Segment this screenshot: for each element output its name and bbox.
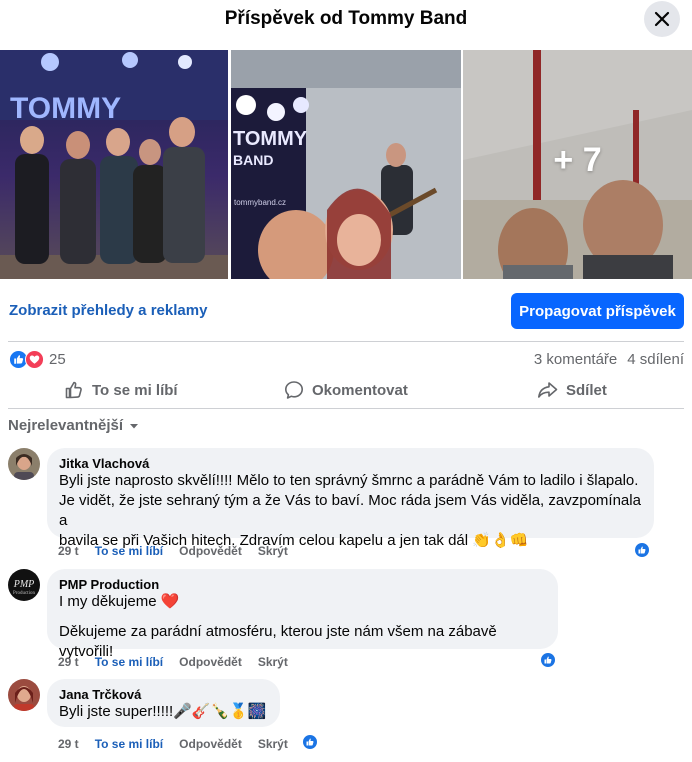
comment-author[interactable]: PMP Production	[59, 577, 546, 592]
more-photos-count: + 7	[553, 141, 602, 179]
comment-button-label: Okomentovat	[312, 381, 408, 399]
love-reaction-icon	[25, 349, 44, 369]
comment-time[interactable]: 29 t	[58, 655, 79, 669]
thumbs-up-icon	[65, 381, 82, 399]
reactions-count: 25	[49, 350, 66, 368]
comment-sort-dropdown[interactable]: Nejrelevantnější	[8, 417, 139, 434]
comment-like-badge[interactable]	[301, 733, 319, 751]
post-actions: To se mi líbí Okomentovat Sdílet	[0, 372, 692, 408]
svg-text:Production: Production	[13, 591, 35, 596]
comment-meta: 29 t To se mi líbí Odpovědět Skrýt	[58, 544, 288, 558]
comment-like-link[interactable]: To se mi líbí	[95, 655, 163, 669]
comment-button[interactable]: Okomentovat	[284, 372, 408, 408]
comment-reply-link[interactable]: Odpovědět	[179, 737, 242, 751]
photo-banner-sub: BAND	[233, 152, 273, 168]
comment-time[interactable]: 29 t	[58, 544, 79, 558]
photo-3-more[interactable]: + 7	[463, 50, 692, 279]
comment-like-link[interactable]: To se mi líbí	[95, 544, 163, 558]
close-icon	[654, 11, 670, 27]
photo-grid: TOMMY TOMMY BAND tommyband.cz + 7	[0, 50, 692, 279]
photo-banner-site: tommyband.cz	[234, 198, 286, 207]
comment-item: PMP Production PMP Production I my děkuj…	[8, 569, 668, 669]
comment-reply-link[interactable]: Odpovědět	[179, 544, 242, 558]
view-insights-link[interactable]: Zobrazit přehledy a reklamy	[9, 302, 207, 319]
thumbs-up-icon	[638, 546, 646, 554]
photo-banner-text-2: TOMMY	[233, 128, 308, 150]
shares-count[interactable]: 4 sdílení	[627, 351, 684, 368]
photo-2[interactable]: TOMMY BAND tommyband.cz	[231, 50, 461, 279]
divider	[8, 341, 684, 342]
comment-icon	[285, 381, 303, 399]
avatar[interactable]	[8, 448, 40, 480]
comment-reply-link[interactable]: Odpovědět	[179, 655, 242, 669]
photo-1[interactable]: TOMMY	[0, 50, 228, 279]
dialog-header: Příspěvek od Tommy Band	[0, 0, 692, 40]
photo-banner-text: TOMMY	[10, 92, 121, 125]
comment-bubble: PMP Production I my děkujeme ❤️ Děkujeme…	[47, 569, 558, 660]
comment-hide-link[interactable]: Skrýt	[258, 737, 288, 751]
thumbs-up-icon	[544, 656, 552, 664]
comment-bubble: Jitka Vlachová Byli jste naprosto skvělí…	[47, 448, 654, 549]
avatar[interactable]: PMP Production	[8, 569, 40, 601]
post-stats: 3 komentáře 4 sdílení	[534, 351, 684, 368]
dialog-title: Příspěvek od Tommy Band	[224, 8, 468, 29]
share-icon	[538, 382, 558, 398]
comment-text-line: Byli jste super!!!!!🎤🎸🍾🥇🎆	[59, 703, 267, 720]
close-button[interactable]	[644, 1, 680, 37]
sort-label: Nejrelevantnější	[8, 417, 124, 434]
reactions-summary[interactable]: 25	[9, 348, 66, 370]
promote-post-button[interactable]: Propagovat příspěvek	[511, 293, 684, 329]
avatar[interactable]	[8, 679, 40, 711]
comment-bubble: Jana Trčková Byli jste super!!!!!🎤🎸🍾🥇🎆	[47, 679, 280, 727]
comment-text-line: Je vidět, že jste sehraný tým a že Vás t…	[59, 492, 641, 529]
comment-meta: 29 t To se mi líbí Odpovědět Skrýt	[58, 655, 288, 669]
share-button[interactable]: Sdílet	[537, 372, 607, 408]
comment-item: Jana Trčková Byli jste super!!!!!🎤🎸🍾🥇🎆 2…	[8, 679, 668, 759]
comment-author[interactable]: Jitka Vlachová	[59, 456, 642, 471]
comment-like-badge[interactable]	[539, 651, 557, 669]
divider	[8, 408, 684, 409]
comment-hide-link[interactable]: Skrýt	[258, 544, 288, 558]
comment-author[interactable]: Jana Trčková	[59, 687, 268, 702]
caret-down-icon	[130, 423, 139, 428]
comment-text-line: Byli jste naprosto skvělí!!!! Mělo to te…	[59, 472, 639, 489]
comment-time[interactable]: 29 t	[58, 737, 79, 751]
comment-text-line: I my děkujeme ❤️	[59, 593, 180, 610]
comment-meta: 29 t To se mi líbí Odpovědět Skrýt	[58, 737, 288, 751]
like-button[interactable]: To se mi líbí	[64, 372, 178, 408]
share-button-label: Sdílet	[566, 381, 607, 399]
comments-count[interactable]: 3 komentáře	[534, 351, 617, 368]
svg-text:PMP: PMP	[13, 579, 35, 590]
like-button-label: To se mi líbí	[92, 381, 178, 399]
comment-hide-link[interactable]: Skrýt	[258, 655, 288, 669]
thumbs-up-icon	[306, 738, 314, 746]
comment-like-link[interactable]: To se mi líbí	[95, 737, 163, 751]
comment-like-badge[interactable]	[633, 541, 651, 559]
comment-item: Jitka Vlachová Byli jste naprosto skvělí…	[8, 448, 668, 568]
